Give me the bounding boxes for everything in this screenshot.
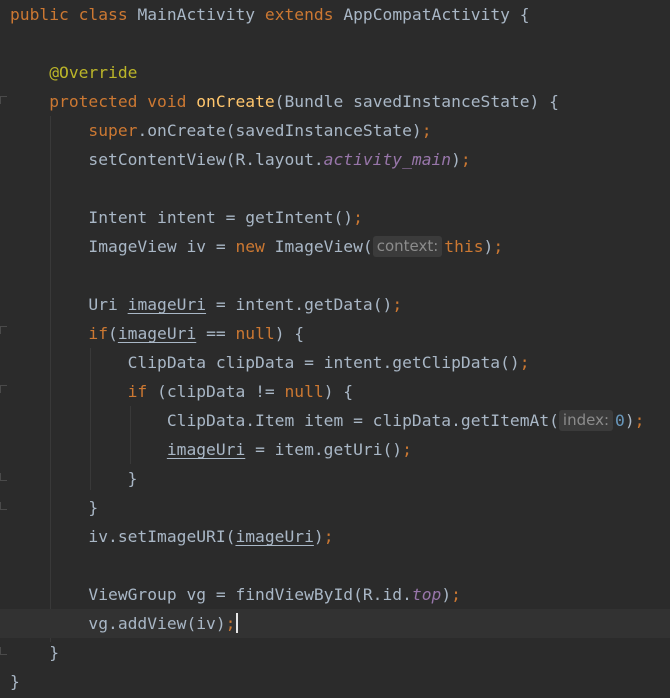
code-token: = item.getUri() (245, 440, 403, 459)
code-token: imageUri (166, 440, 246, 459)
code-token: class (78, 5, 138, 24)
code-token: ; (353, 208, 363, 227)
code-token: ImageView( (274, 237, 373, 256)
code-token: (Bundle savedInstanceState) { (274, 92, 559, 111)
code-line[interactable]: } (0, 464, 670, 493)
code-line[interactable] (0, 261, 670, 290)
code-token: if (10, 324, 109, 343)
code-token: = intent.getData() (206, 295, 393, 314)
code-token: ) (441, 585, 452, 604)
code-line[interactable]: ClipData.Item item = clipData.getItemAt(… (0, 406, 670, 435)
code-token: ; (519, 353, 530, 372)
code-line[interactable]: @Override (0, 58, 670, 87)
code-line[interactable]: super.onCreate(savedInstanceState); (0, 116, 670, 145)
code-token: == (196, 324, 236, 343)
code-token: ViewGroup vg = findViewById(R.id. (10, 585, 412, 604)
code-line[interactable]: } (0, 493, 670, 522)
code-token: null (235, 324, 275, 343)
code-token: Intent intent = getIntent() (10, 208, 354, 227)
code-token: onCreate (196, 92, 275, 111)
code-line[interactable]: imageUri = item.getUri(); (0, 435, 670, 464)
code-token: } (10, 672, 20, 691)
parameter-hint: context: (372, 236, 443, 257)
code-token: ) (483, 237, 494, 256)
code-line[interactable]: ViewGroup vg = findViewById(R.id.top); (0, 580, 670, 609)
code-token: ImageView iv = (10, 237, 236, 256)
code-token: ) { (274, 324, 305, 343)
code-token: iv.setImageURI( (10, 527, 236, 546)
code-line[interactable]: Uri imageUri = intent.getData(); (0, 290, 670, 319)
code-token: AppCompatActivity { (343, 5, 530, 24)
code-token: ; (460, 150, 471, 169)
code-line[interactable]: } (0, 667, 670, 696)
code-editor[interactable]: public class MainActivity extends AppCom… (0, 0, 670, 698)
code-token: activity_main (323, 150, 452, 169)
code-line[interactable]: if (clipData != null) { (0, 377, 670, 406)
code-line[interactable]: protected void onCreate(Bundle savedInst… (0, 87, 670, 116)
code-token: ) (451, 150, 461, 169)
code-token: Uri (10, 295, 128, 314)
code-token: ( (108, 324, 118, 343)
code-token: .onCreate(savedInstanceState) (137, 121, 422, 140)
code-line[interactable]: ClipData clipData = intent.getClipData()… (0, 348, 670, 377)
code-token: ; (323, 527, 334, 546)
text-caret (236, 613, 239, 633)
code-line[interactable]: if(imageUri == null) { (0, 319, 670, 348)
code-line[interactable]: public class MainActivity extends AppCom… (0, 0, 670, 29)
code-token: 0 (615, 411, 625, 430)
code-token: } (10, 643, 60, 662)
code-token: ; (421, 121, 432, 140)
code-token: imageUri (235, 527, 314, 546)
code-token: public (10, 5, 79, 24)
code-token: ; (225, 614, 236, 633)
code-line[interactable] (0, 551, 670, 580)
code-token: ) (313, 527, 324, 546)
code-token: ; (392, 295, 403, 314)
code-token: protected (10, 92, 148, 111)
code-token: ; (402, 440, 412, 459)
code-line[interactable]: Intent intent = getIntent(); (0, 203, 670, 232)
code-line[interactable] (0, 29, 670, 58)
code-line[interactable] (0, 174, 670, 203)
code-token: @Override (10, 63, 138, 82)
code-token: } (10, 469, 138, 488)
code-line[interactable]: iv.setImageURI(imageUri); (0, 522, 670, 551)
code-token: MainActivity (137, 5, 265, 24)
code-token: new (235, 237, 275, 256)
code-token: top (411, 585, 442, 604)
code-token: super (10, 121, 138, 140)
code-token: ClipData clipData = intent.getClipData() (10, 353, 520, 372)
code-token: (clipData != (157, 382, 285, 401)
code-token: ; (634, 411, 645, 430)
code-token: imageUri (127, 295, 207, 314)
code-line[interactable]: setContentView(R.layout.activity_main); (0, 145, 670, 174)
code-token: extends (264, 5, 344, 24)
code-token: imageUri (117, 324, 197, 343)
code-token: ClipData.Item item = clipData.getItemAt( (10, 411, 559, 430)
parameter-hint: index: (558, 410, 614, 431)
code-token: void (147, 92, 197, 111)
code-token: ; (493, 237, 504, 256)
code-token: } (10, 498, 99, 517)
code-token: ) { (323, 382, 354, 401)
code-token: if (10, 382, 158, 401)
code-token: this (444, 237, 484, 256)
code-line[interactable]: } (0, 638, 670, 667)
code-token: ) (624, 411, 635, 430)
code-token: null (284, 382, 324, 401)
code-line[interactable]: ImageView iv = new ImageView(context: thi… (0, 232, 670, 261)
code-line[interactable]: vg.addView(iv); (0, 609, 670, 638)
code-token: vg.addView(iv) (10, 614, 226, 633)
code-token: ; (451, 585, 461, 604)
code-token: setContentView(R.layout. (10, 150, 324, 169)
